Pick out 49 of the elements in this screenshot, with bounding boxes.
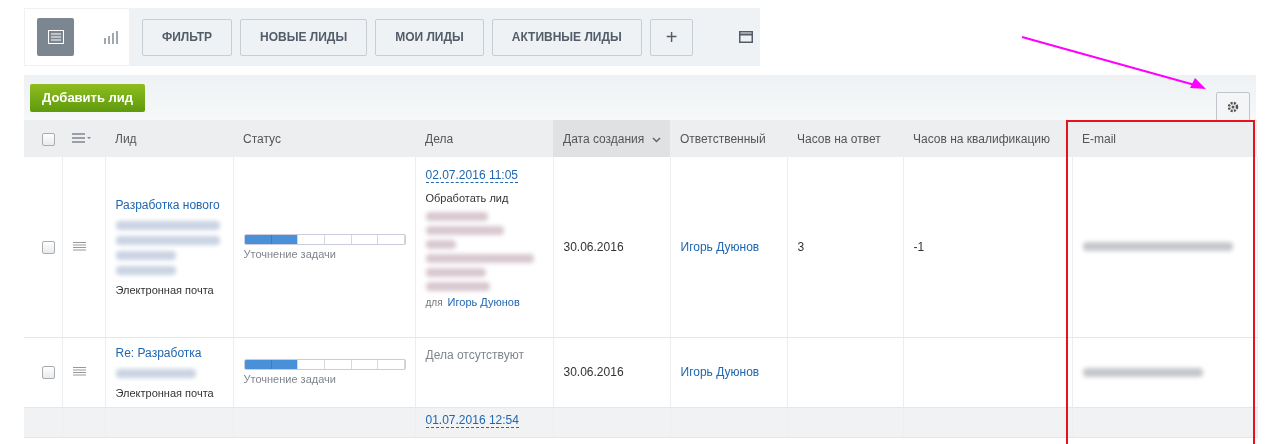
task-date-link[interactable]: 02.07.2016 11:05	[425, 168, 519, 183]
blurred-text	[425, 212, 488, 221]
lead-source: Электронная почта	[115, 282, 215, 298]
column-header[interactable]: Ответственный	[670, 120, 787, 157]
bar-chart-icon	[103, 30, 118, 44]
column-header[interactable]: E-mail	[1072, 120, 1257, 157]
status-label: Уточнение задачи	[243, 247, 337, 260]
column-header[interactable]: Часов на ответ	[787, 120, 903, 157]
blurred-text	[425, 282, 490, 291]
task-title: Обработать лид	[425, 191, 510, 206]
blurred-text	[115, 250, 176, 260]
responsible-link[interactable]: Игорь Дуюнов	[680, 236, 787, 257]
lead-link[interactable]: Разработка нового	[115, 194, 233, 215]
column-header[interactable]: Лид	[105, 120, 233, 157]
created-date: 30.06.2016	[563, 239, 624, 254]
hours-to-qualify: -1	[913, 239, 925, 254]
responsible-link[interactable]: Игорь Дуюнов	[680, 362, 787, 382]
task-for-label: для	[425, 297, 443, 308]
settings-button[interactable]	[1216, 91, 1250, 122]
blurred-text	[425, 268, 486, 277]
task-owner-link[interactable]: Игорь Дуюнов	[447, 296, 520, 308]
row-menu-icon[interactable]	[72, 241, 86, 251]
row-checkbox[interactable]	[42, 366, 55, 380]
menu-icon[interactable]	[72, 132, 92, 143]
created-date: 30.06.2016	[563, 365, 624, 379]
column-header[interactable]: Дата создания	[553, 120, 670, 157]
blurred-text	[115, 265, 176, 275]
lead-source: Электронная почта	[115, 385, 215, 401]
column-header[interactable]: Дела	[415, 120, 553, 157]
list-view-button[interactable]	[37, 18, 74, 56]
window-icon[interactable]	[739, 31, 754, 43]
row-checkbox[interactable]	[42, 240, 55, 254]
filter-button[interactable]: ФИЛЬТР	[142, 18, 233, 56]
status-label: Уточнение задачи	[243, 373, 337, 385]
select-all-checkbox[interactable]	[42, 132, 55, 146]
column-header[interactable]: Статус	[233, 120, 415, 157]
settings-icon	[1227, 100, 1239, 113]
list-view-icon	[47, 30, 64, 44]
hours-to-answer: 3	[797, 239, 805, 254]
lead-link[interactable]: Re: Разработка	[115, 342, 233, 363]
row-menu-icon[interactable]	[72, 367, 86, 376]
column-header[interactable]: Часов на квалификацию	[903, 120, 1072, 157]
filter-button[interactable]: АКТИВНЫЕ ЛИДЫ	[491, 18, 642, 56]
chevron-down-icon	[652, 136, 662, 143]
filter-button[interactable]: НОВЫЕ ЛИДЫ	[240, 18, 368, 56]
no-tasks-text: Дела отсутствуют	[425, 347, 524, 362]
blurred-text	[425, 240, 456, 249]
add-filter-button[interactable]: +	[649, 18, 694, 56]
filter-button[interactable]: МОИ ЛИДЫ	[375, 18, 484, 56]
